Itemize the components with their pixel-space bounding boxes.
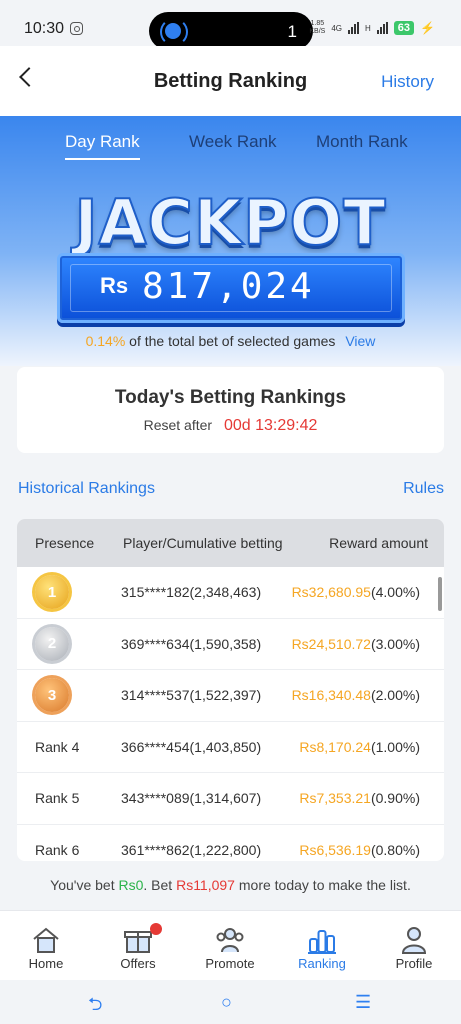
- rules-link[interactable]: Rules: [403, 480, 444, 498]
- jackpot-amount: 817,024: [142, 266, 315, 307]
- ranking-icon: [308, 930, 336, 954]
- header-reward: Reward amount: [329, 535, 428, 551]
- reward-cell: Rs7,353.21(0.90%): [299, 790, 420, 807]
- signal-icon: [348, 22, 360, 34]
- rank-cell: Rank 6: [35, 841, 80, 858]
- battery-icon: 63: [393, 21, 415, 35]
- header-presence: Presence: [35, 535, 95, 551]
- table-row: 1 315****182(2,348,463) Rs32,680.95(4.00…: [17, 567, 444, 619]
- ranking-table: Presence Player/Cumulative betting Rewar…: [17, 519, 444, 861]
- reward-cell: Rs6,536.19(0.80%): [299, 841, 420, 858]
- ranking-links: Historical Rankings Rules: [17, 480, 444, 502]
- table-row: 2 369****634(1,590,358) Rs24,510.72(3.00…: [17, 619, 444, 670]
- rank-tabs: Day Rank Week Rank Month Rank: [0, 132, 461, 162]
- jackpot-title: JACKPOT: [73, 185, 387, 260]
- nav-profile[interactable]: Profile: [368, 911, 460, 981]
- bronze-medal-icon: 3: [35, 678, 69, 713]
- network-speed: 1.85 KB/S: [309, 20, 326, 35]
- home-nav-icon[interactable]: ○: [221, 992, 232, 1013]
- reward-cell: Rs24,510.72(3.00%): [291, 635, 420, 652]
- header-player: Player/Cumulative betting: [123, 535, 283, 551]
- offers-badge: [150, 923, 162, 935]
- reward-cell: Rs16,340.48(2.00%): [291, 687, 420, 704]
- table-row: Rank 5 343****089(1,314,607) Rs7,353.21(…: [17, 773, 444, 825]
- table-scrollbar[interactable]: [438, 577, 442, 611]
- status-time: 10:30: [24, 20, 65, 37]
- instagram-icon: [70, 22, 83, 35]
- jackpot-description-text: of the total bet of selected games: [129, 333, 336, 349]
- tab-month-rank[interactable]: Month Rank: [316, 132, 408, 152]
- history-link[interactable]: History: [381, 72, 434, 92]
- table-row: 3 314****537(1,522,397) Rs16,340.48(2.00…: [17, 670, 444, 722]
- jackpot-amount-box: Rs 817,024: [57, 253, 405, 323]
- player-cell: 369****634(1,590,358): [121, 635, 262, 652]
- nav-offers[interactable]: Offers: [92, 911, 184, 981]
- jackpot-currency: Rs: [100, 273, 129, 298]
- jackpot-hero: Day Rank Week Rank Month Rank JACKPOT Rs…: [0, 116, 461, 366]
- reward-cell: Rs8,170.24(1.00%): [299, 738, 420, 755]
- network-4g-label: 4G: [331, 23, 343, 33]
- menu-nav-icon[interactable]: ☰: [355, 992, 371, 1013]
- status-bar: 10:30 1 1.85 KB/S 4G H 63 ⚡: [0, 0, 461, 50]
- reset-label: Reset after: [143, 417, 213, 433]
- table-rows[interactable]: 1 315****182(2,348,463) Rs32,680.95(4.00…: [17, 567, 444, 861]
- countdown: 00d 13:29:42: [223, 417, 318, 434]
- app-header: Betting Ranking History: [0, 46, 461, 116]
- system-nav: ⮌ ○ ☰: [0, 980, 461, 1024]
- tab-week-rank[interactable]: Week Rank: [189, 132, 277, 152]
- jackpot-percent: 0.14%: [85, 333, 126, 349]
- profile-icon: [401, 927, 427, 954]
- nav-promote[interactable]: Promote: [184, 911, 276, 981]
- gold-medal-icon: 1: [35, 575, 69, 610]
- nav-home[interactable]: Home: [0, 911, 92, 981]
- today-rankings-title: Today's Betting Rankings: [114, 387, 347, 408]
- today-rankings-card: Today's Betting Rankings Reset after 00d…: [17, 367, 444, 453]
- table-row: Rank 6 361****862(1,222,800) Rs6,536.19(…: [17, 825, 444, 862]
- pill-count: 1: [287, 22, 297, 41]
- home-icon: [33, 927, 59, 953]
- status-icons: 1.85 KB/S 4G H 63 ⚡: [309, 20, 435, 36]
- rank-cell: Rank 4: [35, 738, 80, 755]
- rank-cell: Rank 5: [35, 790, 80, 807]
- player-cell: 343****089(1,314,607): [121, 790, 262, 807]
- player-cell: 314****537(1,522,397): [121, 687, 262, 704]
- needed-amount: Rs11,097: [176, 877, 235, 893]
- silver-medal-icon: 2: [35, 626, 69, 661]
- player-cell: 361****862(1,222,800): [121, 841, 262, 858]
- player-cell: 366****454(1,403,850): [121, 738, 262, 755]
- broadcast-icon: [160, 18, 188, 46]
- network-h-label: H: [365, 23, 371, 33]
- signal-icon-2: [376, 22, 388, 34]
- tab-day-rank[interactable]: Day Rank: [65, 132, 140, 160]
- jackpot-description: 0.14% of the total bet of selected games…: [0, 333, 461, 349]
- charging-icon: ⚡: [420, 21, 435, 35]
- nav-ranking[interactable]: Ranking: [276, 911, 368, 981]
- bet-amount: Rs0: [118, 877, 144, 893]
- view-link[interactable]: View: [345, 333, 375, 349]
- historical-rankings-link[interactable]: Historical Rankings: [18, 480, 155, 498]
- table-header: Presence Player/Cumulative betting Rewar…: [17, 519, 444, 567]
- bottom-nav: Home Offers Promote Ranking Profile: [0, 910, 461, 980]
- dynamic-island[interactable]: 1: [149, 12, 313, 50]
- reward-cell: Rs32,680.95(4.00%): [291, 584, 420, 601]
- player-cell: 315****182(2,348,463): [121, 584, 262, 601]
- bet-status-note: You've bet Rs0. Bet Rs11,097 more today …: [50, 877, 411, 893]
- table-row: Rank 4 366****454(1,403,850) Rs8,170.24(…: [17, 722, 444, 773]
- reset-timer: Reset after 00d 13:29:42: [17, 417, 444, 435]
- team-icon: [216, 928, 244, 953]
- back-nav-icon[interactable]: ⮌: [88, 992, 102, 1022]
